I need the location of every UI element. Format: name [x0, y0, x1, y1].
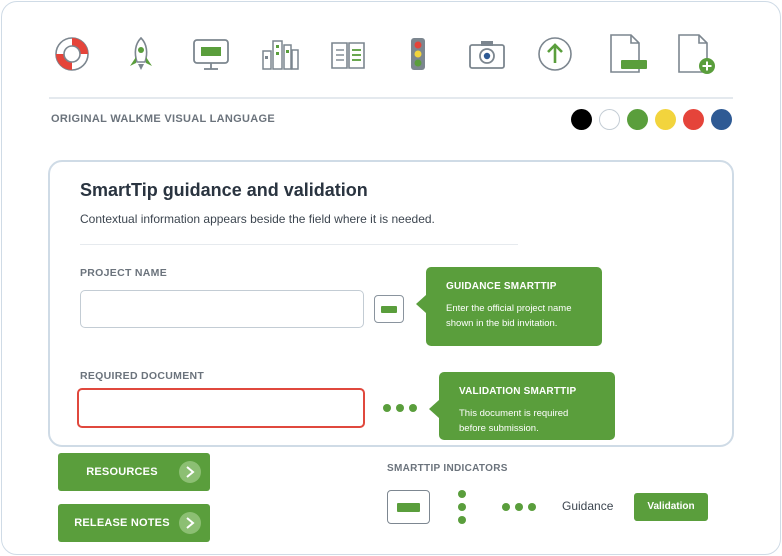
guidance-smarttip-line2: shown in the bid invitation. [446, 318, 558, 329]
swatch-yellow [655, 109, 676, 130]
indicator-guidance-button [387, 490, 430, 524]
rocket-icon [119, 32, 163, 76]
dot [458, 490, 466, 498]
indicator-vertical-dots [458, 490, 466, 524]
document-icon [604, 32, 648, 76]
dot [502, 503, 510, 511]
validation-smarttip-trigger[interactable] [383, 404, 417, 412]
book-icon [326, 32, 370, 76]
release-notes-button[interactable]: RELEASE NOTES [58, 504, 210, 542]
required-document-input[interactable] [77, 388, 365, 428]
card-subtitle: Contextual information appears beside th… [80, 212, 435, 226]
validation-smarttip-line1: This document is required [459, 408, 569, 419]
swatch-white [599, 109, 620, 130]
dot [458, 503, 466, 511]
resources-button[interactable]: RESOURCES [58, 453, 210, 491]
project-name-input[interactable] [80, 290, 364, 328]
indicator-bar [397, 502, 420, 512]
swatch-black [571, 109, 592, 130]
dot [528, 503, 536, 511]
smarttip-card: SmartTip guidance and validation Context… [48, 160, 734, 447]
buildings-icon [258, 32, 302, 76]
smarttip-indicators-label: SMARTTIP INDICATORS [387, 463, 508, 474]
dot [383, 404, 391, 412]
guidance-indicator-bar [381, 305, 397, 313]
lifebuoy-icon [50, 32, 94, 76]
card-divider [80, 244, 518, 245]
dot [396, 404, 404, 412]
swatch-blue [711, 109, 732, 130]
project-name-label: PROJECT NAME [80, 267, 168, 279]
indicator-guidance-text: Guidance [562, 499, 614, 513]
indicator-horizontal-dots [502, 503, 536, 511]
required-document-label: REQUIRED DOCUMENT [80, 370, 205, 382]
guidance-smarttip-title: GUIDANCE SMARTTIP [446, 281, 557, 292]
dot [458, 516, 466, 524]
header-divider [49, 97, 733, 99]
upload-circle-icon [533, 32, 577, 76]
visual-language-label: ORIGINAL WALKME VISUAL LANGUAGE [51, 113, 276, 125]
swatch-red [683, 109, 704, 130]
chevron-right-icon [179, 512, 201, 534]
chevron-right-icon [179, 461, 201, 483]
indicator-validation-badge: Validation [634, 493, 708, 521]
release-notes-button-label: RELEASE NOTES [74, 517, 170, 529]
guidance-smarttip-trigger[interactable] [374, 295, 404, 323]
monitor-icon [189, 32, 233, 76]
dot [409, 404, 417, 412]
swatch-green [627, 109, 648, 130]
camera-icon [465, 32, 509, 76]
guidance-smarttip-line1: Enter the official project name [446, 303, 572, 314]
card-title: SmartTip guidance and validation [80, 180, 368, 200]
document-add-icon [673, 32, 717, 76]
traffic-light-icon [396, 32, 440, 76]
validation-smarttip-title: VALIDATION SMARTTIP [459, 386, 577, 397]
validation-smarttip-line2: before submission. [459, 423, 539, 434]
guidance-smarttip: GUIDANCE SMARTTIP Enter the official pro… [416, 267, 602, 346]
validation-smarttip: VALIDATION SMARTTIP This document is req… [429, 372, 615, 440]
resources-button-label: RESOURCES [86, 466, 158, 478]
dot [515, 503, 523, 511]
color-swatches [571, 109, 732, 131]
icon-row [0, 32, 782, 80]
